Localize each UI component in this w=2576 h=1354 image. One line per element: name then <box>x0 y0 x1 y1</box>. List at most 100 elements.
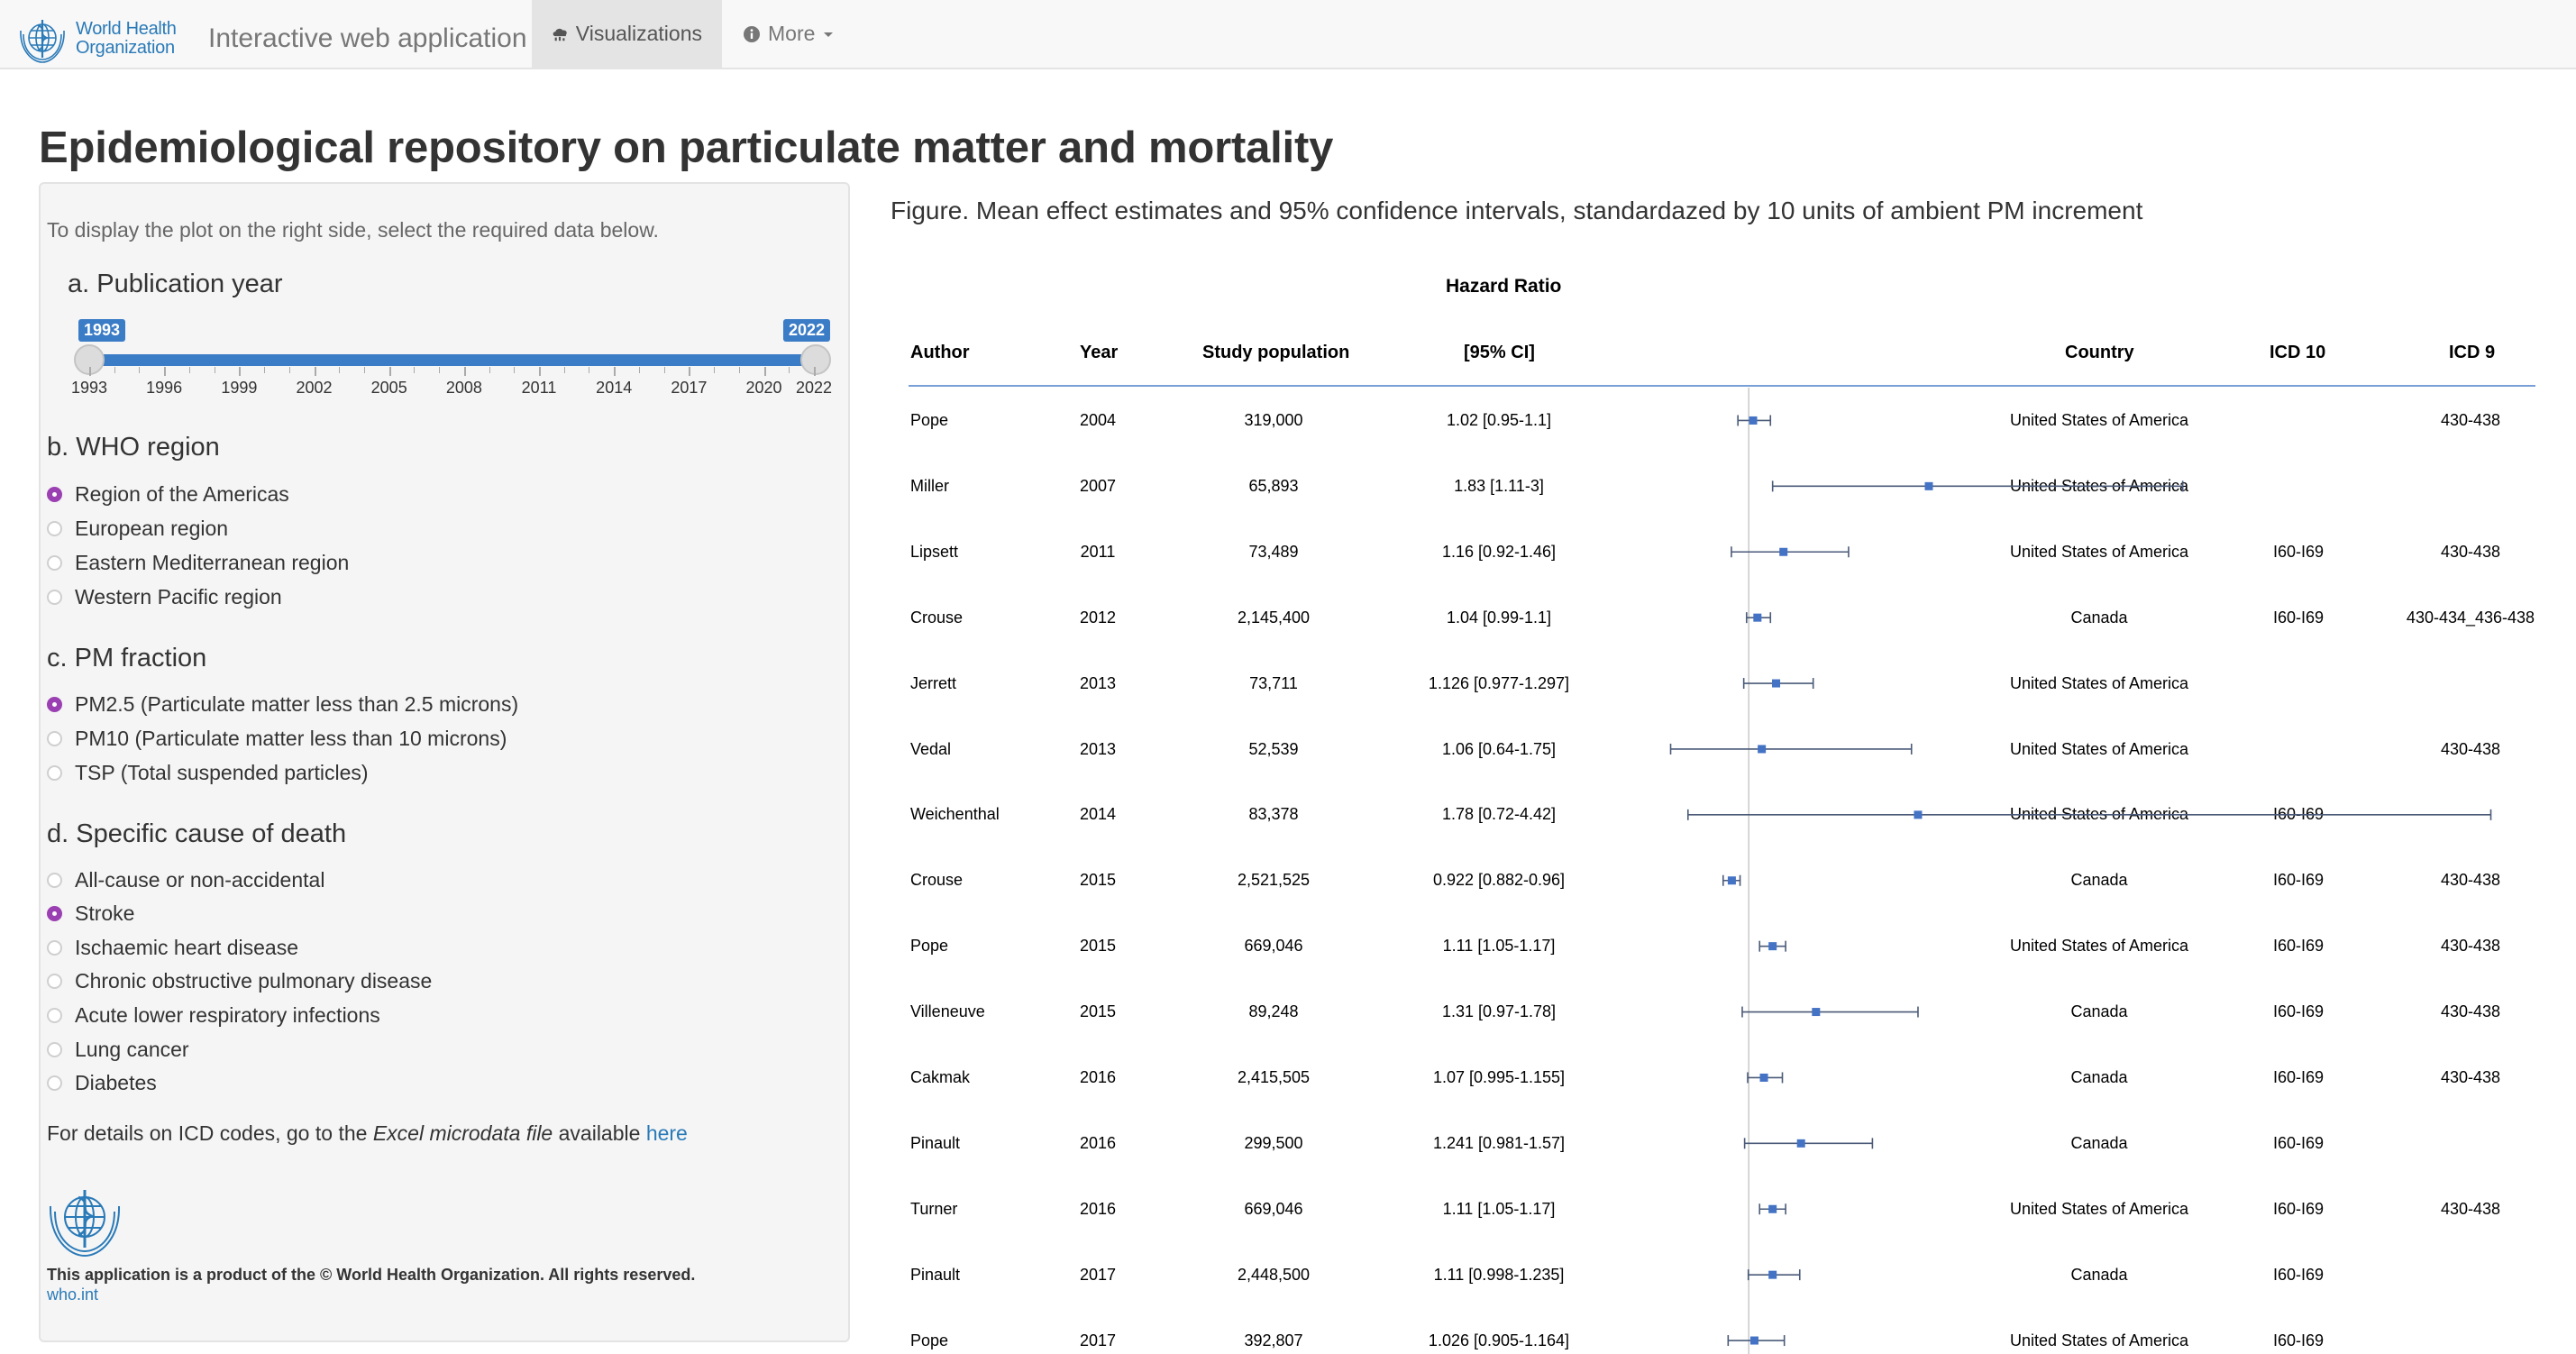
nav-visualizations[interactable]: Visualizations <box>532 0 722 68</box>
slider-major-tick <box>539 367 542 376</box>
ci-mark <box>1741 1006 1919 1018</box>
who-logo[interactable]: World Health Organization <box>16 16 178 63</box>
radio-option[interactable]: Lung cancer <box>47 1037 189 1062</box>
forest-plot-svg <box>1669 388 2492 1354</box>
point-estimate <box>1749 416 1758 425</box>
slider-tick-label: 1999 <box>221 379 258 397</box>
pm-fraction-heading: c. PM fraction <box>47 644 207 672</box>
slider-major-tick <box>388 367 391 376</box>
radio-option[interactable]: Ischaemic heart disease <box>47 935 298 960</box>
radio-unchecked-icon[interactable] <box>47 730 62 746</box>
sidebar-intro: To display the plot on the right side, s… <box>47 218 659 242</box>
radio-unchecked-icon[interactable] <box>47 764 62 781</box>
radio-unchecked-icon[interactable] <box>47 1075 62 1092</box>
radio-option[interactable]: Region of the Americas <box>47 481 289 507</box>
ci-mark <box>1743 1138 1874 1149</box>
radio-option[interactable]: Acute lower respiratory infections <box>47 1002 380 1028</box>
app-brand[interactable]: Interactive web application <box>208 23 527 54</box>
slider-minor-tick <box>339 367 341 373</box>
slider-major-tick <box>463 367 466 376</box>
slider-major-tick <box>239 367 242 376</box>
radio-option[interactable]: PM10 (Particulate matter less than 10 mi… <box>47 726 507 751</box>
radio-label: Region of the Americas <box>75 481 289 506</box>
radio-option[interactable]: Western Pacific region <box>47 584 282 609</box>
publication-year-slider[interactable]: 1993 2022 1993 1996 1999 2002 2005 2008 2011 20… <box>60 319 832 397</box>
slider-minor-tick <box>363 367 365 373</box>
point-estimate <box>1768 1204 1777 1213</box>
radio-label: Eastern Mediterranean region <box>75 550 350 574</box>
icd-details-text: For details on ICD codes, go to the Exce… <box>47 1121 688 1146</box>
radio-unchecked-icon[interactable] <box>47 939 62 956</box>
radio-unchecked-icon[interactable] <box>47 872 62 888</box>
who-region-heading: b. WHO region <box>47 433 220 462</box>
radio-unchecked-icon[interactable] <box>47 589 62 605</box>
logo-text-line1: World Health <box>76 19 177 39</box>
slider-minor-tick <box>288 367 290 373</box>
ci-mark <box>1727 1335 1786 1347</box>
who-emblem-icon <box>49 1190 121 1257</box>
slider-major-tick <box>614 367 617 376</box>
ci-mark <box>1758 940 1786 952</box>
radio-unchecked-icon[interactable] <box>47 554 62 571</box>
slider-max-handle[interactable] <box>800 344 831 375</box>
radio-label: European region <box>75 516 229 540</box>
point-estimate <box>1768 1270 1777 1279</box>
ci-mark <box>1669 743 1913 755</box>
radio-option[interactable]: All-cause or non-accidental <box>47 867 324 892</box>
page-title: Epidemiological repository on particulat… <box>39 124 1334 172</box>
slider-track[interactable] <box>87 354 816 366</box>
info-circle-icon <box>744 25 760 42</box>
nav-more-dropdown[interactable]: More <box>723 0 867 68</box>
radio-option[interactable]: Eastern Mediterranean region <box>47 550 349 575</box>
point-estimate <box>1749 1336 1758 1345</box>
point-estimate <box>1727 876 1736 885</box>
radio-option[interactable]: Stroke <box>47 901 134 927</box>
point-estimate <box>1924 481 1933 490</box>
point-estimate <box>1796 1139 1805 1148</box>
radio-label: TSP (Total suspended particles) <box>75 760 369 784</box>
slider-tick-label: 2011 <box>521 379 557 397</box>
slider-minor-tick <box>114 367 115 373</box>
radio-checked-icon[interactable] <box>47 486 62 502</box>
slider-tick-label: 1993 <box>70 379 108 397</box>
point-estimate <box>1779 547 1788 556</box>
radio-label: Lung cancer <box>75 1037 189 1061</box>
radio-unchecked-icon[interactable] <box>47 1041 62 1057</box>
radio-option[interactable]: Chronic obstructive pulmonary disease <box>47 969 432 994</box>
radio-option[interactable]: European region <box>47 516 228 541</box>
ci-mark <box>1737 415 1772 426</box>
slider-major-tick <box>763 367 766 376</box>
nav-visualizations-label: Visualizations <box>575 22 702 45</box>
cause-of-death-heading: d. Specific cause of death <box>47 819 347 848</box>
slider-major-tick <box>814 367 816 376</box>
point-estimate <box>1772 679 1781 688</box>
point-estimate <box>1812 1008 1821 1017</box>
ci-mark <box>1747 1269 1801 1281</box>
slider-major-tick <box>89 367 91 376</box>
radio-option[interactable]: TSP (Total suspended particles) <box>47 760 369 785</box>
slider-min-tooltip: 1993 <box>78 319 126 342</box>
radio-label: Diabetes <box>75 1071 157 1095</box>
radio-checked-icon[interactable] <box>47 696 62 712</box>
logo-text: World Health Organization <box>76 20 177 58</box>
radio-label: All-cause or non-accidental <box>75 867 325 892</box>
who-int-link[interactable]: who.int <box>47 1285 98 1304</box>
details-here-link[interactable]: here <box>646 1121 688 1145</box>
radio-option[interactable]: PM2.5 (Particulate matter less than 2.5 … <box>47 691 518 717</box>
details-italic: Excel microdata file <box>372 1121 553 1145</box>
radio-unchecked-icon[interactable] <box>47 1007 62 1023</box>
forest-plot-figure: Hazard Ratio Author Year Study populatio… <box>891 252 2540 1354</box>
radio-checked-icon[interactable] <box>47 906 62 922</box>
radio-unchecked-icon[interactable] <box>47 974 62 990</box>
slider-minor-tick <box>439 367 441 373</box>
point-estimate <box>1758 745 1767 754</box>
publication-year-heading: a. Publication year <box>68 270 283 298</box>
radio-label: Western Pacific region <box>75 584 282 608</box>
radio-option[interactable]: Diabetes <box>47 1071 157 1096</box>
sidebar-panel: To display the plot on the right side, s… <box>39 182 850 1342</box>
ci-mark <box>1771 480 2184 492</box>
radio-unchecked-icon[interactable] <box>47 520 62 536</box>
slider-minor-tick <box>414 367 416 373</box>
slider-major-tick <box>164 367 167 376</box>
ci-mark <box>1722 874 1741 886</box>
